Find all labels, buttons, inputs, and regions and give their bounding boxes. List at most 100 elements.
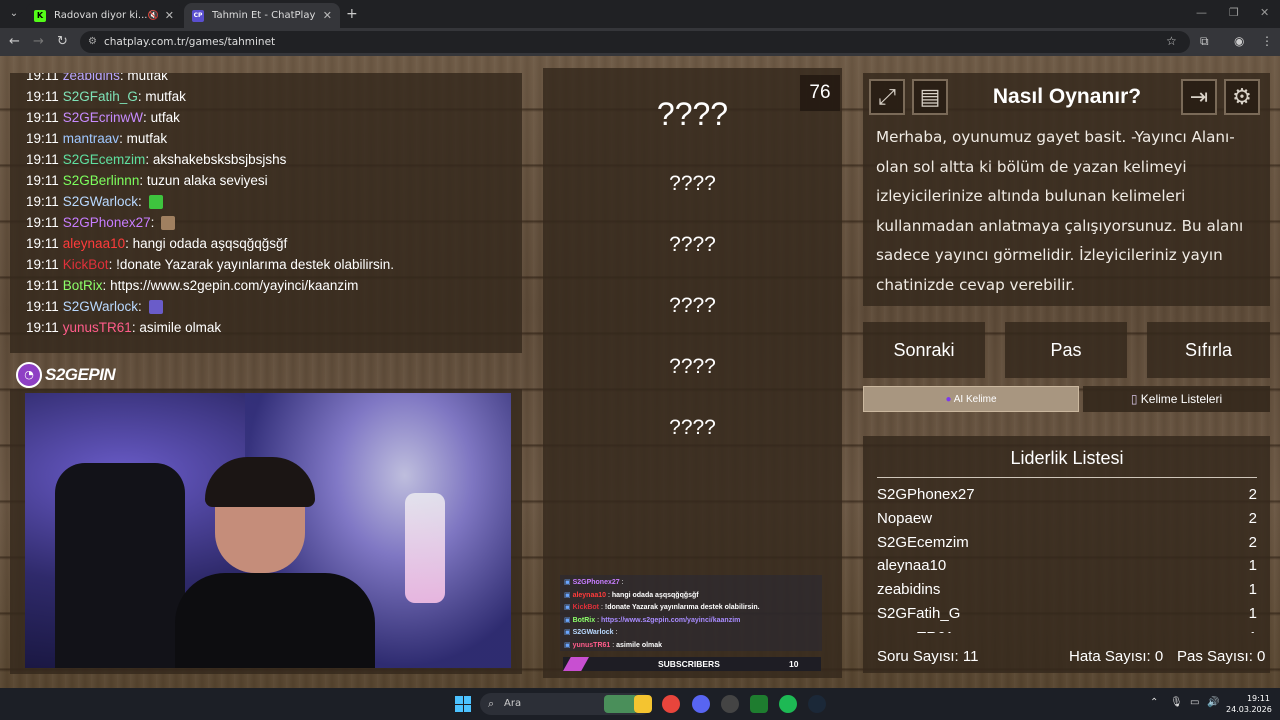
chat-username[interactable]: KickBot <box>63 254 109 275</box>
notes-icon[interactable]: ▤ <box>912 79 948 115</box>
tab-title: Tahmin Et - ChatPlay <box>212 10 316 21</box>
chat-colon: : <box>119 131 127 146</box>
close-tab-icon[interactable]: ✕ <box>165 9 174 22</box>
leaderboard-row: aleynaa10 1 <box>877 554 1257 578</box>
chat-time: 19:11 <box>26 257 59 272</box>
discord-icon[interactable] <box>692 695 710 713</box>
microphone-icon[interactable]: 🎙 <box>1170 697 1183 708</box>
site-info-icon[interactable]: ⚙ <box>88 36 97 47</box>
new-tab-icon[interactable]: + <box>346 6 358 22</box>
overlay-username: KickBot <box>572 604 600 612</box>
overlay-chat-line: ▣ S2GPhonex27 : <box>564 577 818 590</box>
chat-username[interactable]: S2GEcemzim <box>63 149 146 170</box>
chat-colon: : <box>143 110 151 125</box>
leader-name: Nopaew <box>877 509 933 527</box>
forward-icon[interactable]: → <box>33 34 44 49</box>
close-window-icon[interactable]: ✕ <box>1260 6 1269 19</box>
reload-icon[interactable]: ↻ <box>57 34 68 49</box>
browser-toolbar: ← → ↻ ⚙ chatplay.com.tr/games/tahminet ☆… <box>0 28 1280 56</box>
tab-chatplay[interactable]: CP Tahmin Et - ChatPlay ✕ <box>184 3 340 28</box>
chat-username[interactable]: S2GEcrinwW <box>63 107 143 128</box>
exit-icon[interactable]: ⇥ <box>1181 79 1217 115</box>
close-tab-icon[interactable]: ✕ <box>323 9 332 22</box>
chat-text: !donate Yazarak yayınlarıma destek olabi… <box>116 257 394 272</box>
expand-icon[interactable]: ⤢ <box>869 79 905 115</box>
chat-time: 19:11 <box>26 194 59 209</box>
chat-username[interactable]: S2GBerlinnn <box>63 170 140 191</box>
chat-colon: : <box>138 299 146 314</box>
chat-username[interactable]: S2GWarlock <box>63 296 138 317</box>
chat-username[interactable]: S2GFatih_G <box>63 86 138 107</box>
steam-icon[interactable] <box>808 695 826 713</box>
next-button[interactable]: Sonraki <box>863 322 985 378</box>
pass-button[interactable]: Pas <box>1005 322 1127 378</box>
chat-username[interactable]: yunusTR61 <box>63 317 132 338</box>
url-text: chatplay.com.tr/games/tahminet <box>104 36 276 48</box>
chat-text: mutfak <box>127 73 168 83</box>
chat-username[interactable]: mantraav <box>63 128 119 149</box>
extensions-icon[interactable]: ⧉ <box>1200 34 1209 49</box>
windows-start-icon[interactable] <box>455 696 471 712</box>
emote-icon <box>161 215 176 230</box>
how-to-play-title: Nasıl Oynanır? <box>992 85 1142 108</box>
obs-icon[interactable] <box>721 695 739 713</box>
chat-panel: 19:11 zeabidins: mutfak 19:11 S2GFatih_G: m… <box>10 73 522 353</box>
spotify-icon[interactable] <box>779 695 797 713</box>
tab-search-icon[interactable]: ⌄ <box>6 6 22 22</box>
tab-kick[interactable]: K Radovan diyor ki... 🔇 ✕ <box>26 3 182 28</box>
bookmark-star-icon[interactable]: ☆ <box>1166 34 1177 48</box>
ai-word-button[interactable]: ● AI Kelime <box>863 386 1079 412</box>
maximize-icon[interactable]: ❐ <box>1229 6 1239 19</box>
profile-avatar-icon[interactable]: ◉ <box>1234 34 1244 48</box>
chat-message: 19:11 aleynaa10: hangi odada aşqsqğqğsğf <box>26 233 522 254</box>
chat-username[interactable]: S2GWarlock <box>63 191 138 212</box>
chat-message: 19:11 S2GBerlinnn: tuzun alaka seviyesi <box>26 170 522 191</box>
overlay-chat-line: ▣ KickBot : !donate Yazarak yayınlarıma … <box>564 602 818 615</box>
menu-icon[interactable]: ⋮ <box>1261 34 1273 48</box>
leader-score: 1 <box>1249 626 1257 633</box>
tab-bar: ⌄ K Radovan diyor ki... 🔇 ✕ CP Tahmin Et… <box>0 0 1280 28</box>
overlay-colon: : <box>619 579 624 586</box>
chat-message: 19:11 KickBot: !donate Yazarak yayınlarım… <box>26 254 522 275</box>
chat-username[interactable]: BotRix <box>63 275 103 296</box>
leaderboard-list[interactable]: S2GPhonex27 2 Nopaew 2 S2GEcemzim 2 aleynaa10 1… <box>877 483 1257 633</box>
leader-score: 2 <box>1248 509 1257 527</box>
tray-overflow-icon[interactable]: ⌃ <box>1150 697 1158 708</box>
chat-colon: : <box>150 215 159 230</box>
address-bar[interactable]: ⚙ chatplay.com.tr/games/tahminet <box>80 31 1190 53</box>
overlay-badge-icon: ▣ <box>564 604 573 612</box>
leaderboard-row: S2GEcemzim 2 <box>877 531 1257 555</box>
chat-time: 19:11 <box>26 236 59 251</box>
overlay-username: yunusTR61 <box>572 641 611 649</box>
question-count: Soru Sayısı: 11 <box>877 648 979 665</box>
chat-time: 19:11 <box>26 278 59 293</box>
back-icon[interactable]: ← <box>9 34 20 49</box>
minimize-icon[interactable]: — <box>1196 6 1207 19</box>
chat-username[interactable]: S2GPhonex27 <box>63 212 151 233</box>
file-explorer-icon[interactable] <box>634 695 652 713</box>
chat-message: 19:11 S2GEcemzim: akshakebsksbsjbsjshs <box>26 149 522 170</box>
chat-time: 19:11 <box>26 320 59 335</box>
reset-button[interactable]: Sıfırla <box>1147 322 1270 378</box>
network-icon[interactable]: ▭ <box>1190 697 1199 708</box>
overlay-chat-line: ▣ BotRix : https://www.s2gepin.com/yayin… <box>564 615 818 628</box>
mute-icon[interactable]: 🔇 <box>148 11 159 21</box>
game-launcher-icon[interactable] <box>750 695 768 713</box>
chat-username[interactable]: aleynaa10 <box>63 233 125 254</box>
volume-icon[interactable]: 🔊 <box>1207 697 1219 708</box>
chat-message: 19:11 yunusTR61: asimile olmak <box>26 317 522 338</box>
chat-colon: : <box>137 89 146 104</box>
overlay-username: BotRix <box>572 616 596 624</box>
chat-username[interactable]: zeabidins <box>63 73 120 86</box>
clock[interactable]: 19:11 24.03.2026 <box>1226 693 1272 715</box>
gear-icon[interactable]: ⚙ <box>1224 79 1260 115</box>
leader-name: S2GPhonex27 <box>877 486 975 503</box>
widget-thumbnail[interactable] <box>604 695 638 713</box>
word-lists-label: Kelime Listeleri <box>1140 392 1223 406</box>
chat-colon: : <box>145 152 153 167</box>
chat-message: 19:11 S2GEcrinwW: utfak <box>26 107 522 128</box>
chrome-icon[interactable] <box>662 695 680 713</box>
leader-name: S2GFatih_G <box>877 604 961 622</box>
overlay-text: asimile olmak <box>616 641 663 649</box>
word-lists-button[interactable]: ▯ Kelime Listeleri <box>1083 386 1270 412</box>
